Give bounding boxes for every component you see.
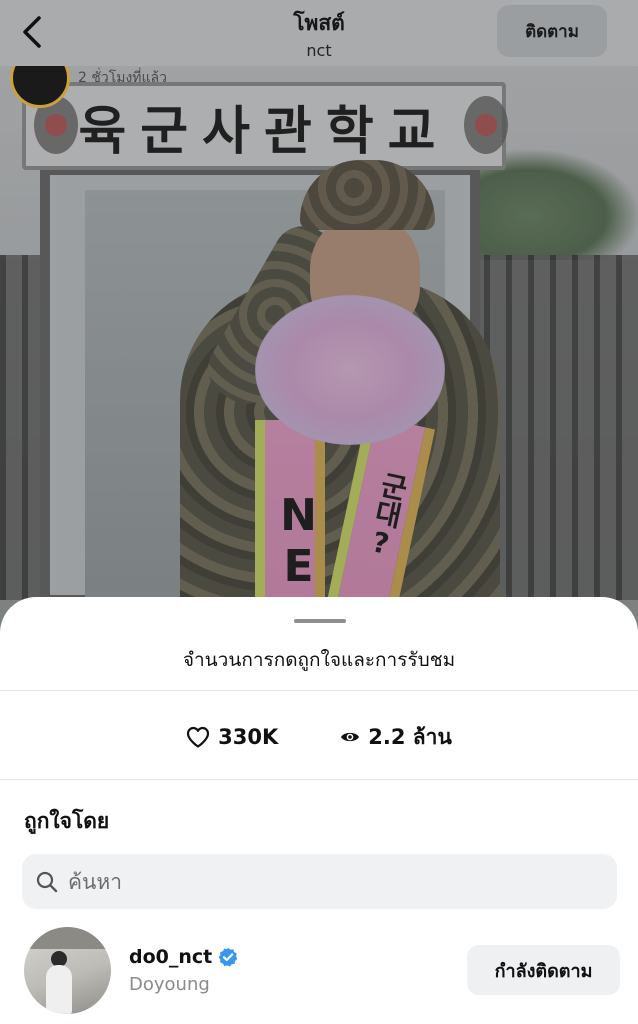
- likes-count: 330K: [218, 725, 279, 749]
- heart-icon: [187, 726, 210, 748]
- avatar[interactable]: [24, 926, 111, 1014]
- user-info: do0_nct Doyoung: [129, 946, 467, 995]
- follow-button[interactable]: ติดตาม: [497, 5, 607, 57]
- sheet-title: จำนวนการกดถูกใจและการรับชม: [182, 649, 456, 671]
- sheet-divider: [0, 779, 638, 780]
- likes-stat: 330K: [186, 725, 278, 749]
- back-button[interactable]: [12, 12, 52, 52]
- following-button[interactable]: กำลังติดตาม: [467, 945, 620, 995]
- likes-views-sheet: จำนวนการกดถูกใจและการรับชม 330K 2.2 ล้าน…: [0, 597, 638, 1024]
- user-display-name: Doyoung: [129, 973, 210, 995]
- verified-badge-icon: [218, 947, 238, 966]
- page-title: โพสต์: [293, 10, 345, 35]
- page-subtitle: nct: [306, 40, 332, 60]
- user-handle[interactable]: do0_nct: [129, 946, 212, 968]
- liked-by-label: ถูกใจโดย: [24, 809, 110, 833]
- views-count: 2.2 ล้าน: [368, 724, 452, 749]
- search-bar[interactable]: [22, 854, 617, 909]
- header-title-group: โพสต์ nct: [293, 7, 345, 60]
- search-icon: [36, 871, 58, 892]
- eye-icon: [341, 732, 360, 742]
- user-handle-row: do0_nct: [129, 946, 467, 968]
- top-navigation-bar: โพสต์ nct ติดตาม: [0, 0, 638, 66]
- search-input[interactable]: [68, 869, 568, 894]
- avatar-figure-body: [46, 964, 72, 1014]
- chevron-left-icon: [23, 16, 41, 48]
- user-list-item[interactable]: do0_nct Doyoung กำลังติดตาม: [24, 925, 620, 1015]
- stats-row: 330K 2.2 ล้าน: [0, 717, 638, 757]
- sheet-divider: [0, 690, 638, 691]
- sheet-grabber[interactable]: [294, 619, 346, 623]
- post-time: 2 ชั่วโมงที่แล้ว: [78, 70, 167, 86]
- views-stat: 2.2 ล้าน: [340, 721, 452, 754]
- avatar-background: [24, 926, 111, 949]
